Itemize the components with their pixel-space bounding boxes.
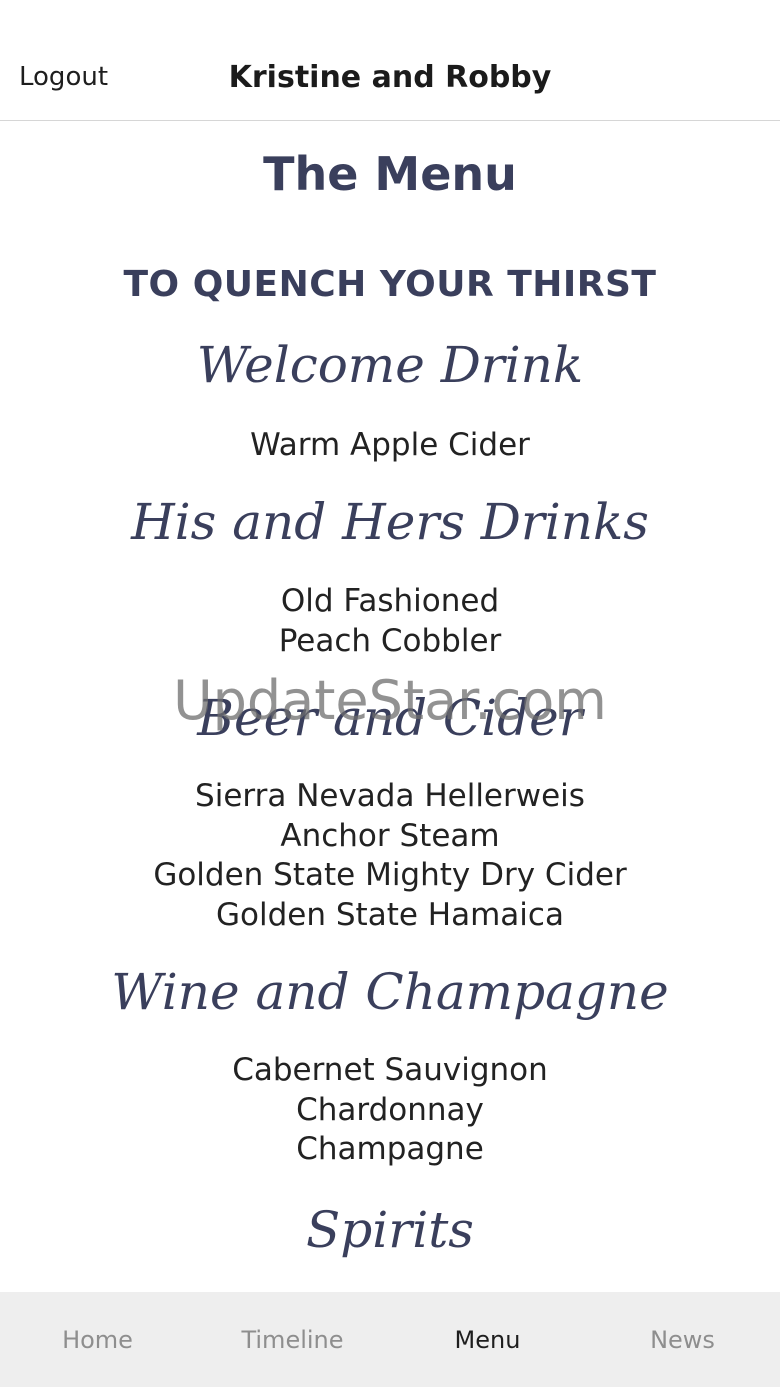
group-title-beer-and-cider: Beer and Cider	[197, 689, 583, 747]
menu-content[interactable]: The Menu TO QUENCH YOUR THIRST Welcome D…	[0, 121, 780, 1292]
menu-item: Champagne	[296, 1131, 484, 1167]
menu-item: Warm Apple Cider	[250, 427, 530, 463]
menu-item: Golden State Hamaica	[216, 896, 564, 933]
group-title-his-and-hers: His and Hers Drinks	[131, 493, 649, 551]
group-items-his-and-hers: Old Fashioned Peach Cobbler	[0, 582, 780, 661]
menu-item: Golden State Mighty Dry Cider	[153, 857, 627, 893]
tab-news[interactable]: News	[585, 1292, 780, 1387]
tab-menu[interactable]: Menu	[390, 1292, 585, 1387]
group-title-welcome-drink: Welcome Drink	[196, 336, 584, 394]
menu-item: Anchor Steam	[280, 817, 500, 854]
section-heading: TO QUENCH YOUR THIRST	[123, 264, 657, 305]
app-title: Kristine and Robby	[228, 60, 552, 95]
menu-item: Peach Cobbler	[278, 622, 502, 659]
menu-item: Sierra Nevada Hellerweis	[195, 778, 585, 814]
app-header: Logout Kristine and Robby	[0, 0, 780, 121]
group-title-wine-and-champagne: Wine and Champagne	[111, 963, 669, 1021]
group-items-beer-and-cider: Sierra Nevada Hellerweis Anchor Steam Go…	[0, 777, 780, 935]
group-items-wine-and-champagne: Cabernet Sauvignon Chardonnay Champagne	[0, 1051, 780, 1170]
menu-item: Cabernet Sauvignon	[232, 1052, 548, 1088]
menu-item: Old Fashioned	[280, 583, 500, 619]
bottom-tab-bar: Home Timeline Menu News	[0, 1292, 780, 1387]
page-title: The Menu	[263, 147, 517, 201]
menu-item: Chardonnay	[296, 1091, 484, 1128]
group-items-welcome-drink: Warm Apple Cider	[0, 426, 780, 466]
tab-home[interactable]: Home	[0, 1292, 195, 1387]
tab-timeline[interactable]: Timeline	[195, 1292, 390, 1387]
group-title-spirits: Spirits	[306, 1201, 474, 1259]
